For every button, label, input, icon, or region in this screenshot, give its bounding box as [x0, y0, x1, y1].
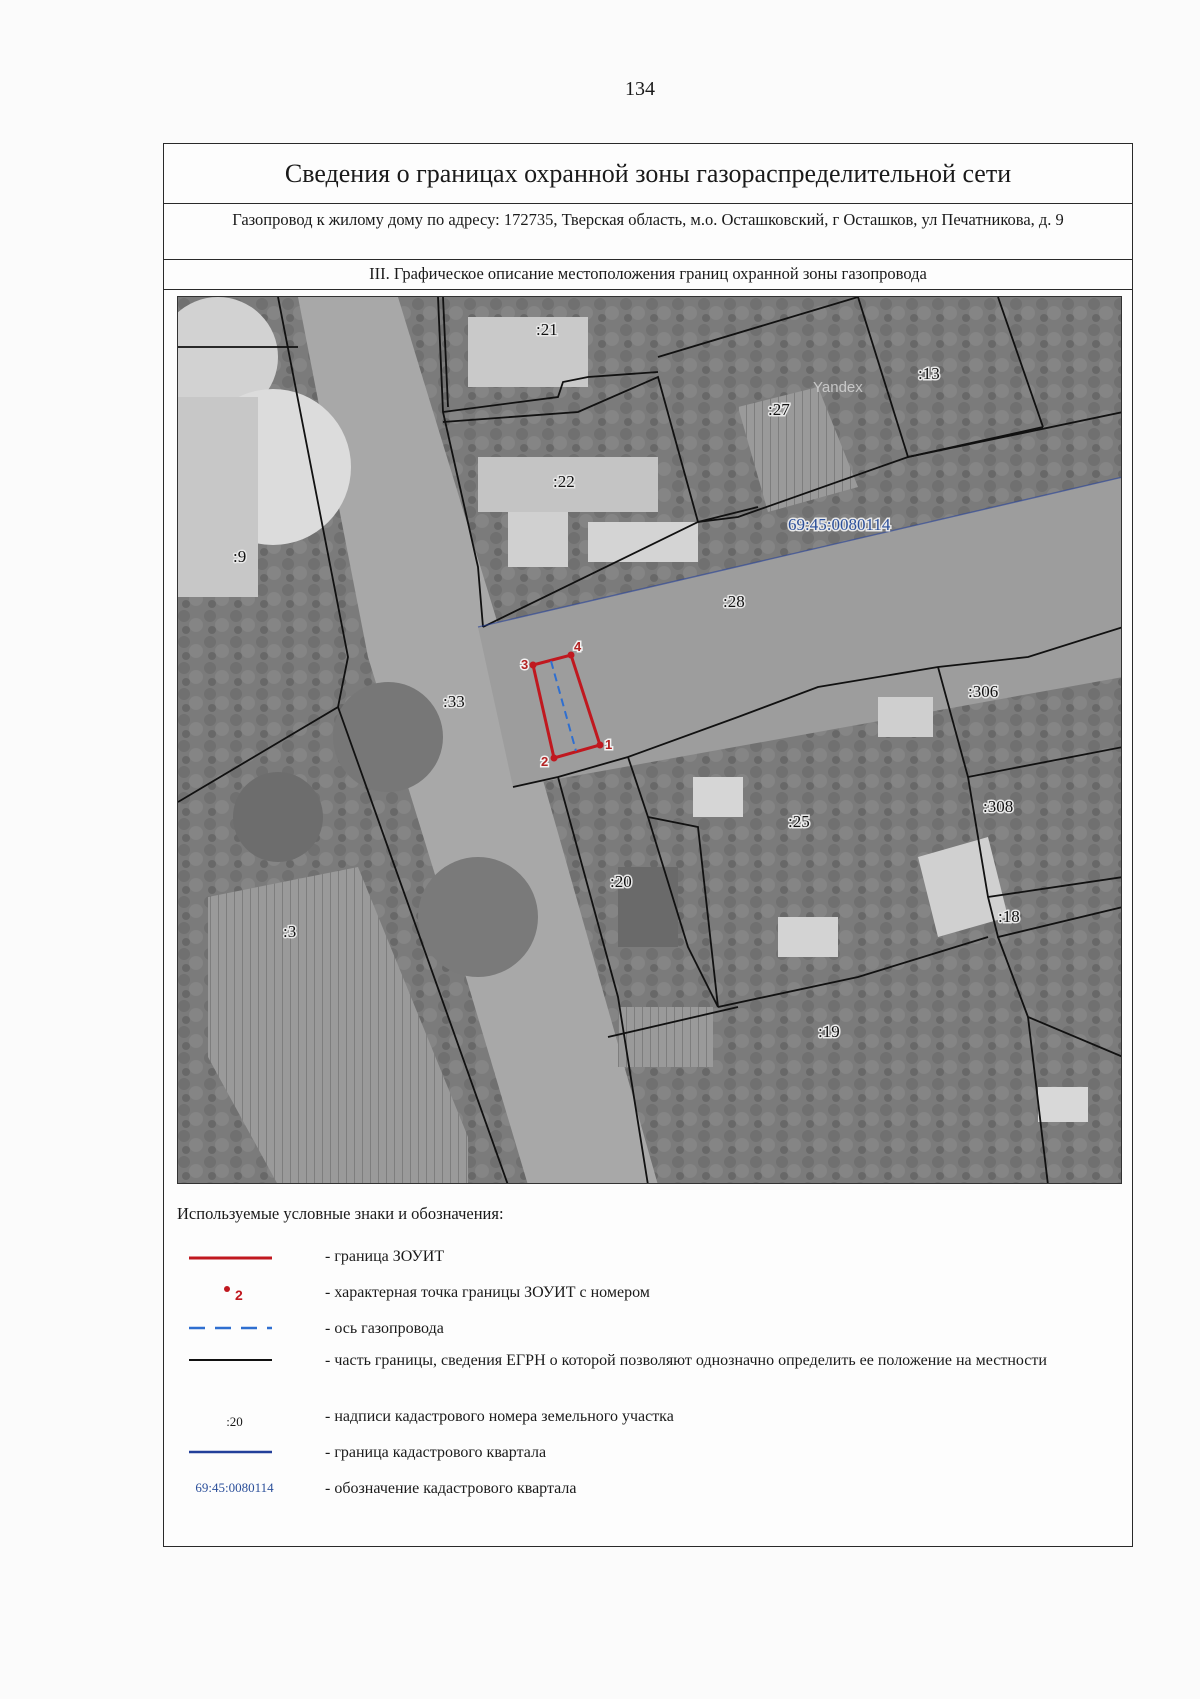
zone-point-3 [529, 661, 537, 669]
parcel-label: :306 [968, 682, 998, 701]
blue-line-symbol [177, 1440, 292, 1470]
map-canvas: 1 2 3 4 :21 :13 :27 :22 :9 :28 :33 :306 … [178, 297, 1121, 1183]
building [468, 317, 588, 387]
red-point-symbol: 2 [177, 1280, 292, 1310]
document-frame: Сведения о границах охранной зоны газора… [163, 143, 1133, 1547]
zone-point-label-3: 3 [521, 657, 528, 672]
parcel-label: :3 [283, 922, 296, 941]
parcel-label: :22 [553, 472, 575, 491]
building [178, 397, 258, 597]
legend-text: - часть границы, сведения ЕГРН о которой… [325, 1352, 1047, 1369]
parcel-label: :18 [998, 907, 1020, 926]
red-point-symbol-number: 2 [235, 1287, 243, 1303]
legend-text: - ось газопровода [325, 1320, 444, 1337]
parcel-label: :27 [768, 400, 790, 419]
page-number: 134 [625, 78, 655, 100]
cadastral-map: 1 2 3 4 :21 :13 :27 :22 :9 :28 :33 :306 … [177, 296, 1122, 1184]
legend-text: - граница кадастрового квартала [325, 1444, 547, 1461]
legend-text: - надписи кадастрового номера земельного… [325, 1408, 674, 1425]
parcel-label: :33 [443, 692, 465, 711]
legend-title: Используемые условные знаки и обозначени… [177, 1204, 504, 1223]
legend: Используемые условные знаки и обозначени… [177, 1204, 1117, 1534]
document-title: Сведения о границах охранной зоны газора… [164, 144, 1132, 204]
building [588, 522, 698, 562]
building [878, 697, 933, 737]
zone-point-2 [550, 754, 558, 762]
quarter-label: 69:45:0080114 [788, 515, 891, 534]
zone-point-label-4: 4 [574, 639, 582, 654]
parcel-label: :13 [918, 364, 940, 383]
red-line-symbol [177, 1246, 292, 1276]
section-title: III. Графическое описание местоположения… [164, 260, 1132, 290]
building [693, 777, 743, 817]
parcel-label: :25 [788, 812, 810, 831]
yandex-watermark: Yandex [813, 379, 863, 396]
parcel-label: :20 [610, 872, 632, 891]
legend-text: - характерная точка границы ЗОУИТ с номе… [325, 1284, 650, 1301]
document-subtitle: Газопровод к жилому дому по адресу: 1727… [164, 204, 1132, 260]
parcel-label: :21 [536, 320, 558, 339]
building [508, 512, 568, 567]
parcel-label: :28 [723, 592, 745, 611]
building [778, 917, 838, 957]
parcel-label: :9 [233, 547, 246, 566]
legend-text: - обозначение кадастрового квартала [325, 1480, 577, 1497]
zone-point-label-2: 2 [541, 754, 548, 769]
zone-point-label-1: 1 [605, 737, 612, 752]
tree [233, 772, 323, 862]
quarter-label-symbol: 69:45:0080114 [195, 1480, 274, 1495]
parcel-label: :19 [818, 1022, 840, 1041]
legend-text: - граница ЗОУИТ [325, 1248, 445, 1265]
blue-dashed-line-symbol [177, 1316, 292, 1346]
black-line-symbol [177, 1348, 292, 1378]
zone-point-1 [596, 741, 604, 749]
parcel-label: :308 [983, 797, 1013, 816]
tree [418, 857, 538, 977]
building [1038, 1087, 1088, 1122]
